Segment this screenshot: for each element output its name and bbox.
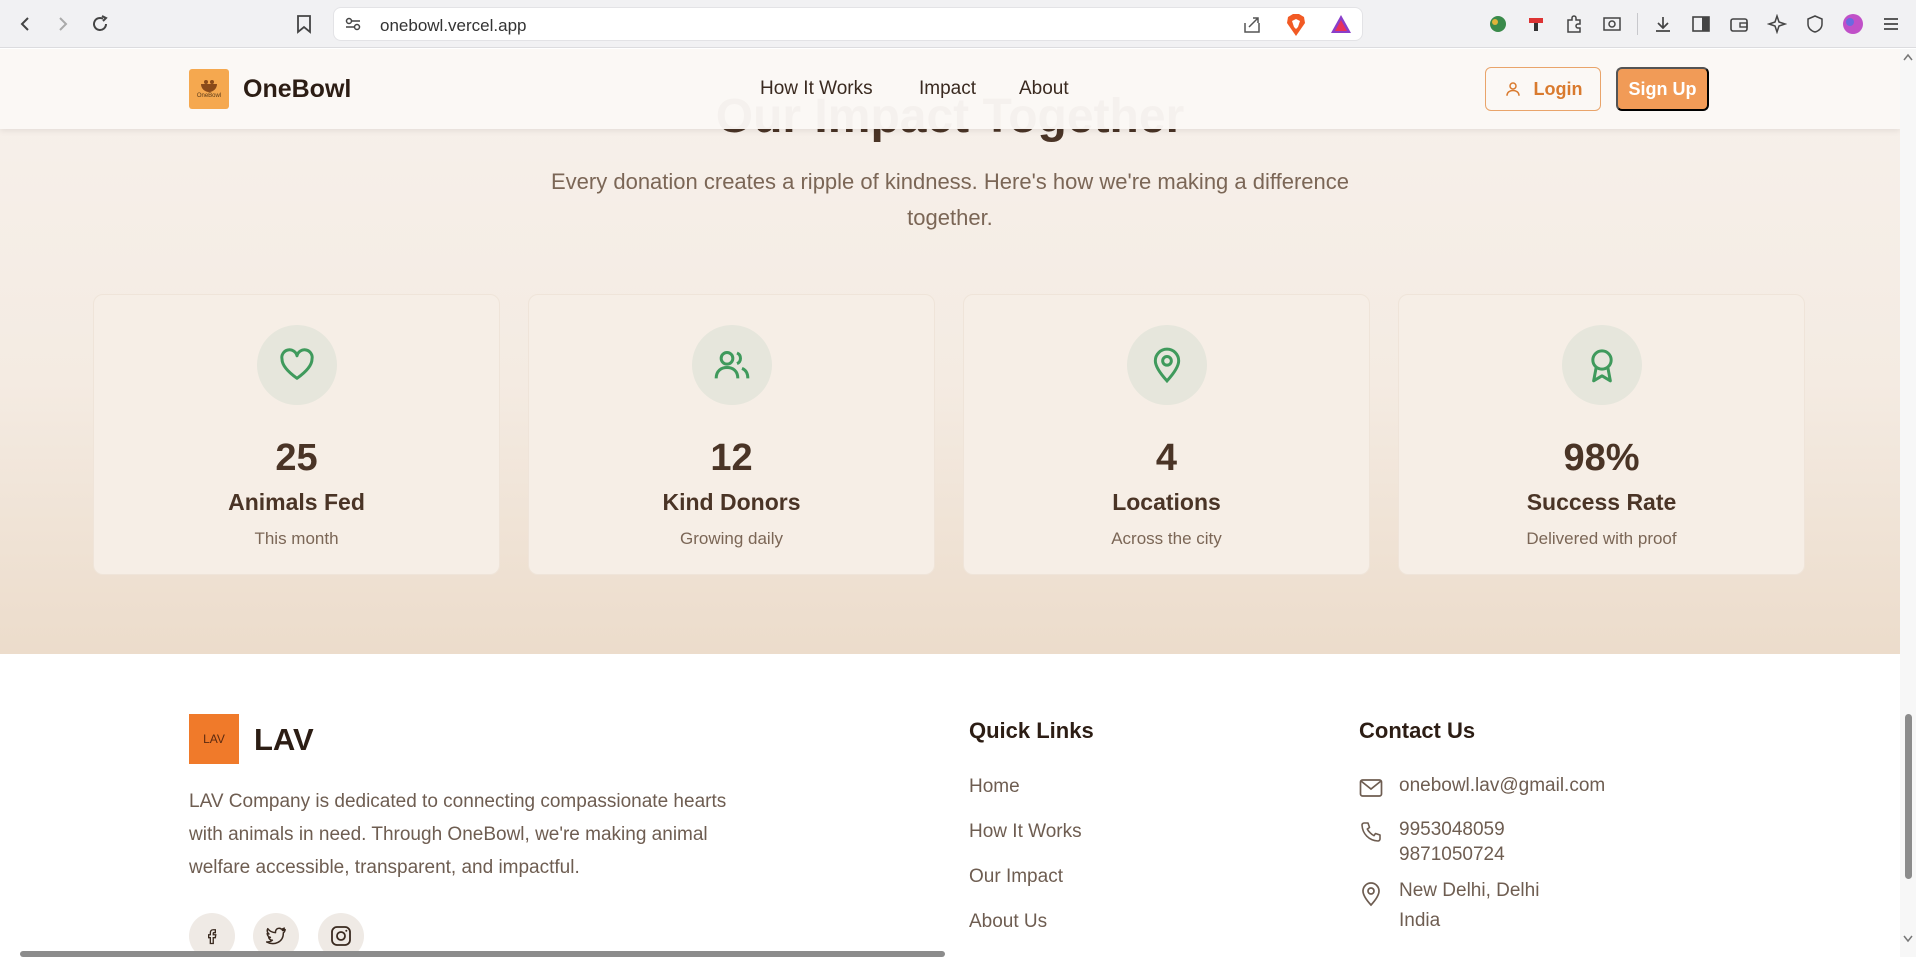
onebowl-logo[interactable]: OneBowl [189, 69, 229, 109]
footer-link-about-us[interactable]: About Us [969, 911, 1047, 933]
stat-note: Delivered with proof [1526, 529, 1677, 548]
award-icon [1562, 325, 1642, 405]
stat-label: Animals Fed [228, 489, 365, 515]
user-icon [1505, 82, 1520, 96]
stat-value: 98% [1563, 437, 1640, 479]
stat-card-success-rate: 98% Success Rate Delivered with proof [1398, 294, 1805, 575]
contact-email[interactable]: onebowl.lav@gmail.com [1399, 773, 1605, 798]
site-header: OneBowl OneBowl How It Works Impact Abou… [0, 49, 1900, 129]
page-viewport: Our Impact Together Every donation creat… [0, 49, 1900, 957]
stat-value: 25 [275, 437, 318, 479]
extensions-puzzle-icon[interactable] [1561, 11, 1587, 37]
lav-logo: LAV [189, 714, 239, 764]
horizontal-scroll-thumb[interactable] [20, 951, 945, 957]
footer-link-our-impact[interactable]: Our Impact [969, 866, 1063, 888]
downloads-icon[interactable] [1650, 11, 1676, 37]
vpn-shield-icon[interactable] [1802, 11, 1828, 37]
stat-card-kind-donors: 12 Kind Donors Growing daily [528, 294, 935, 575]
contact-country: India [1399, 910, 1441, 931]
signup-button[interactable]: Sign Up [1616, 67, 1709, 111]
nav-impact[interactable]: Impact [919, 78, 976, 100]
leo-ai-icon[interactable] [1764, 11, 1790, 37]
site-settings-icon[interactable] [344, 15, 362, 38]
login-label: Login [1533, 78, 1583, 99]
heart-icon [257, 325, 337, 405]
brave-shields-icon[interactable] [1285, 13, 1307, 42]
brand-name[interactable]: OneBowl [243, 75, 351, 104]
footer-link-home[interactable]: Home [969, 776, 1020, 798]
phone-icon [1359, 820, 1383, 849]
map-pin-icon [1127, 325, 1207, 405]
extension-red-icon[interactable] [1523, 11, 1549, 37]
map-pin-icon [1359, 881, 1383, 912]
site-footer: LAV LAV LAV Company is dedicated to conn… [0, 654, 1900, 957]
forward-icon[interactable] [48, 10, 76, 38]
stat-note: Across the city [1111, 529, 1222, 548]
vertical-scrollbar[interactable] [1900, 49, 1916, 957]
footer-link-how-it-works[interactable]: How It Works [969, 821, 1082, 843]
users-icon [692, 325, 772, 405]
nav-about[interactable]: About [1019, 78, 1069, 100]
vertical-scroll-thumb[interactable] [1905, 714, 1912, 879]
wallet-icon[interactable] [1726, 11, 1752, 37]
logo-caption: OneBowl [196, 92, 222, 99]
back-icon[interactable] [12, 10, 40, 38]
extension-globe-icon[interactable] [1485, 11, 1511, 37]
horizontal-scrollbar[interactable] [0, 948, 1900, 957]
scroll-up-arrow-icon[interactable] [1903, 53, 1913, 61]
stat-note: This month [254, 529, 339, 548]
impact-subtitle: Every donation creates a ripple of kindn… [551, 169, 1349, 230]
browser-toolbar: onebowl.vercel.app [0, 0, 1916, 48]
brave-rewards-icon[interactable] [1330, 14, 1352, 39]
bookmark-icon[interactable] [290, 10, 318, 38]
nav-how-it-works[interactable]: How It Works [760, 78, 873, 100]
stat-note: Growing daily [680, 529, 783, 548]
address-bar[interactable]: onebowl.vercel.app [333, 7, 1363, 41]
stat-value: 4 [1155, 437, 1178, 479]
stat-card-animals-fed: 25 Animals Fed This month [93, 294, 500, 575]
stat-card-locations: 4 Locations Across the city [963, 294, 1370, 575]
scroll-down-arrow-icon[interactable] [1903, 935, 1913, 943]
stat-label: Kind Donors [662, 489, 801, 515]
reload-icon[interactable] [86, 10, 114, 38]
company-description: LAV Company is dedicated to connecting c… [189, 791, 727, 878]
menu-icon[interactable] [1878, 11, 1904, 37]
login-button[interactable]: Login [1485, 67, 1601, 111]
impact-section: Our Impact Together Every donation creat… [0, 49, 1900, 654]
toolbar-divider [1637, 13, 1638, 35]
share-icon[interactable] [1242, 15, 1262, 40]
stat-value: 12 [710, 437, 753, 479]
stat-label: Success Rate [1526, 489, 1677, 515]
url-text[interactable]: onebowl.vercel.app [380, 16, 526, 36]
company-name: LAV [254, 722, 314, 757]
quick-links-title: Quick Links [969, 718, 1094, 743]
contact-title: Contact Us [1359, 718, 1476, 743]
mail-icon [1359, 778, 1383, 803]
stat-label: Locations [1112, 489, 1221, 515]
contact-phone-1[interactable]: 9953048059 [1399, 817, 1505, 842]
contact-phone-2[interactable]: 9871050724 [1399, 842, 1505, 867]
profile-avatar-icon[interactable] [1840, 11, 1866, 37]
sidebar-icon[interactable] [1688, 11, 1714, 37]
screenshot-icon[interactable] [1599, 11, 1625, 37]
contact-city: New Delhi, Delhi [1399, 880, 1540, 901]
